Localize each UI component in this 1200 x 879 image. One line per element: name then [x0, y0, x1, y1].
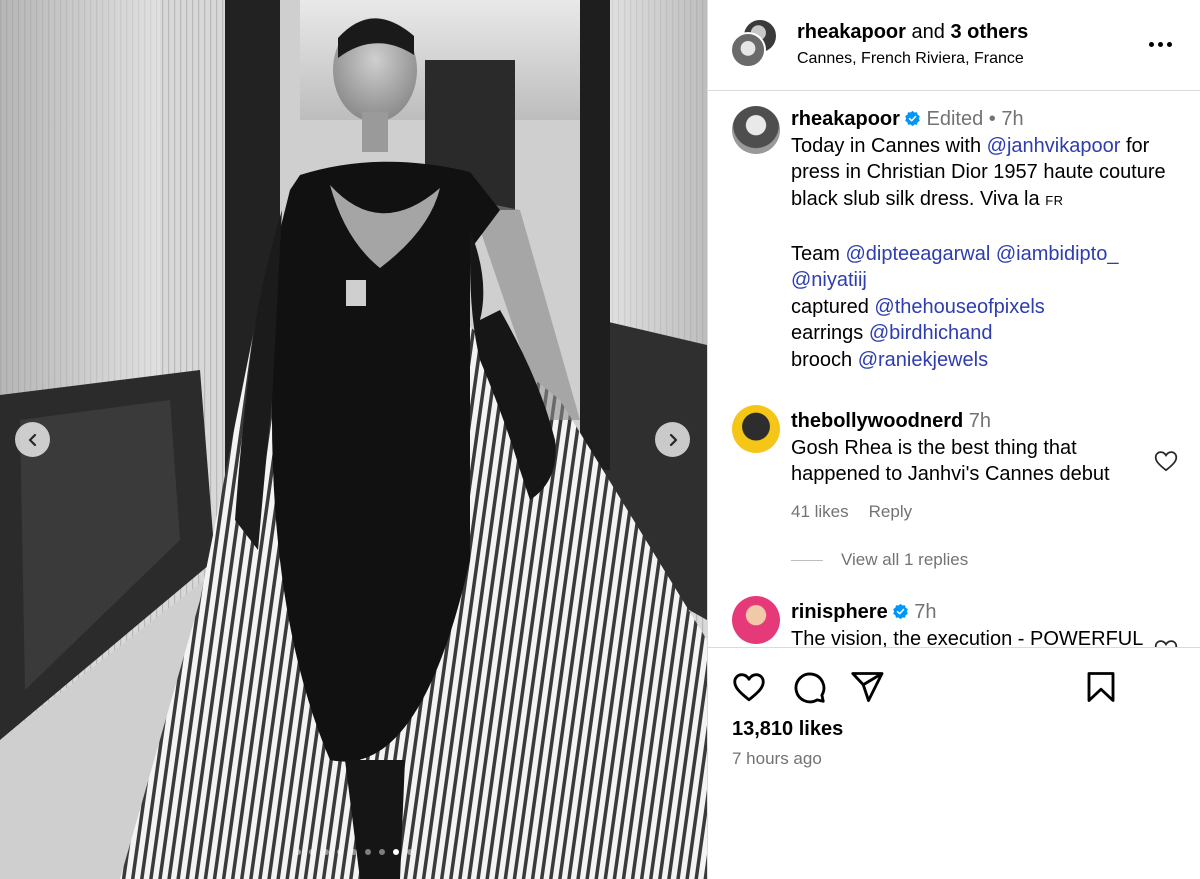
carousel-dot	[336, 849, 343, 855]
verified-badge-icon	[892, 603, 908, 620]
carousel-indicator	[0, 849, 707, 855]
carousel-dot	[392, 849, 399, 855]
mention-link[interactable]: @birdhichand	[869, 322, 993, 344]
avatar	[730, 32, 766, 68]
comment-username[interactable]: thebollywoodnerd	[791, 410, 963, 432]
mention-link[interactable]: @dipteeagarwal	[845, 243, 990, 265]
carousel-dot	[350, 849, 357, 855]
mention-link[interactable]: @raniekjewels	[858, 349, 988, 371]
avatar[interactable]	[732, 596, 780, 644]
caption-text: captured	[791, 295, 875, 318]
location-link[interactable]: Cannes, French Riviera, France	[797, 50, 1024, 68]
comment-actions: 41 likes Reply	[791, 502, 912, 522]
caption-text: earrings	[791, 322, 869, 344]
bookmark-icon[interactable]	[1083, 669, 1119, 705]
caption-text: Team	[791, 242, 846, 265]
header-and: and	[911, 21, 945, 43]
comments-section[interactable]: rheakapoor Edited • 7h Today in Cannes w…	[708, 92, 1200, 647]
collab-avatars[interactable]	[730, 18, 780, 70]
carousel-dot	[294, 849, 301, 855]
post-photo	[0, 0, 707, 879]
view-replies-label: View all 1 replies	[841, 550, 969, 569]
paper-plane-icon[interactable]	[849, 669, 885, 705]
caption-time: 7h	[1001, 108, 1024, 130]
verified-badge-icon	[905, 110, 920, 127]
chevron-right-icon	[669, 433, 677, 446]
post-media	[0, 0, 707, 879]
comment-like-heart-icon[interactable]	[1153, 637, 1179, 647]
header-username[interactable]: rheakapoor	[797, 21, 906, 43]
chevron-left-icon	[28, 433, 36, 446]
comment-time: 7h	[968, 410, 992, 432]
more-horizontal-icon	[1148, 41, 1154, 47]
more-options-button[interactable]	[1144, 34, 1176, 54]
comment-time: 7h	[914, 601, 937, 623]
comment-like-heart-icon[interactable]	[1153, 448, 1179, 474]
caption-username[interactable]: rheakapoor	[791, 108, 900, 130]
edited-label: Edited	[926, 108, 984, 130]
likes-count[interactable]: 13,810 likes	[732, 718, 843, 741]
carousel-dot	[322, 849, 329, 855]
avatar[interactable]	[732, 405, 780, 453]
carousel-dot	[406, 849, 413, 855]
header-others-link[interactable]: 3 others	[950, 21, 1028, 43]
comment-bubble-icon[interactable]	[791, 669, 827, 705]
comment: thebollywoodnerd 7h Gosh Rhea is the bes…	[791, 408, 1151, 488]
mention-link[interactable]: @janhvikapoor	[987, 135, 1121, 157]
post-caption: rheakapoor Edited • 7h Today in Cannes w…	[791, 106, 1186, 373]
comment-text: The vision, the execution - POWERFUL	[791, 627, 1144, 648]
comment: rinisphere 7h The vision, the execution …	[791, 599, 1151, 647]
post-header: rheakapoor and 3 others Cannes, French R…	[708, 0, 1200, 91]
view-replies-button[interactable]: View all 1 replies	[791, 550, 968, 570]
comment-username[interactable]: rinisphere	[791, 601, 888, 623]
comment-likes-count[interactable]: 41 likes	[791, 502, 849, 522]
carousel-dot	[308, 849, 315, 855]
caption-text: Today in Cannes with	[791, 134, 987, 157]
heart-icon[interactable]	[731, 669, 767, 705]
mention-link[interactable]: @niyatiij	[791, 269, 867, 291]
meta-separator: •	[988, 108, 996, 130]
post-header-title: rheakapoor and 3 others	[797, 21, 1028, 44]
reply-button[interactable]: Reply	[869, 502, 912, 522]
mention-link[interactable]: @thehouseofpixels	[874, 296, 1044, 318]
caption-text: brooch	[791, 348, 858, 371]
more-dot	[1157, 41, 1163, 47]
post-footer: 13,810 likes 7 hours ago	[708, 647, 1200, 879]
comment-text: Gosh Rhea is the best thing that happene…	[791, 436, 1110, 486]
more-dot	[1166, 41, 1172, 47]
post-time[interactable]: 7 hours ago	[732, 749, 822, 769]
carousel-next-button[interactable]	[655, 422, 690, 457]
carousel-dot	[378, 849, 385, 855]
carousel-prev-button[interactable]	[15, 422, 50, 457]
carousel-dot	[364, 849, 371, 855]
post-details-pane: rheakapoor and 3 others Cannes, French R…	[708, 0, 1200, 879]
replies-line	[791, 559, 823, 561]
mention-link[interactable]: @iambidipto_	[996, 243, 1119, 265]
caption-text: FR	[1045, 192, 1064, 208]
avatar[interactable]	[732, 106, 780, 154]
